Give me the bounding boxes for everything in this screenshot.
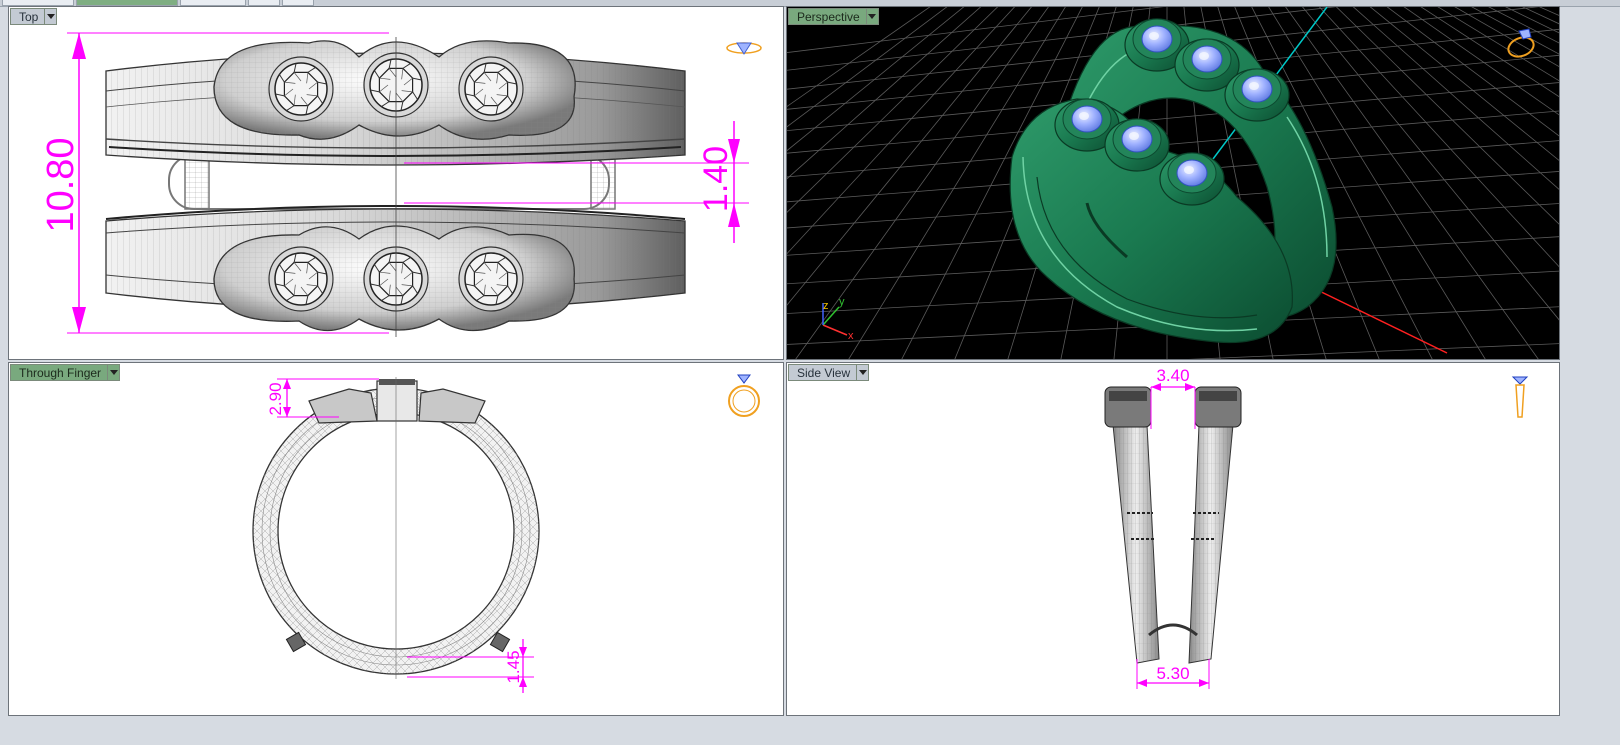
viewport-top[interactable]: 10.80 1.40 Top [8, 6, 784, 360]
ring-perspective-icon[interactable] [1505, 25, 1541, 61]
viewport-side[interactable]: 3.40 5.30 Side View [786, 362, 1560, 716]
through-finger-drawing: 2.90 1.45 [252, 377, 540, 693]
stone-icon [458, 246, 524, 312]
viewport-title: Perspective [788, 8, 866, 25]
ring-side-view-icon[interactable] [1509, 371, 1531, 423]
gemstone-icon [1104, 118, 1170, 172]
viewport-label-side[interactable]: Side View [788, 364, 870, 381]
gemstone-icon [1224, 68, 1290, 122]
axis-y-label: y [839, 296, 845, 308]
viewport-title: Top [10, 8, 45, 25]
dimension-height-text: 10.80 [40, 137, 82, 232]
perspective-drawing: x y z [787, 7, 1559, 359]
ring-front-view-icon[interactable] [725, 371, 763, 421]
side-view-drawing: 3.40 5.30 [1104, 366, 1242, 689]
gemstone-icon [1159, 152, 1225, 206]
chevron-down-icon[interactable] [44, 8, 58, 25]
top-view-drawing: 10.80 1.40 [40, 32, 749, 337]
axis-triad: x y z [822, 296, 854, 342]
stone-icon [268, 56, 334, 122]
dimension-bottom-width: 5.30 [1136, 659, 1210, 689]
viewport-perspective[interactable]: x y z Perspective [786, 6, 1560, 360]
viewport-title: Through Finger [10, 364, 108, 381]
dimension-band-thickness-text: 1.45 [504, 650, 523, 683]
stone-icon [268, 246, 334, 312]
dimension-bottom-width-text: 5.30 [1156, 664, 1189, 683]
chevron-down-icon[interactable] [865, 8, 879, 25]
dimension-top-spread-text: 3.40 [1156, 366, 1189, 385]
axis-x-label: x [848, 330, 854, 342]
chevron-down-icon[interactable] [107, 364, 121, 381]
ring-top-view-icon[interactable] [725, 37, 763, 59]
chevron-down-icon[interactable] [856, 364, 870, 381]
viewport-label-perspective[interactable]: Perspective [788, 8, 879, 25]
dimension-gap-text: 1.40 [697, 146, 735, 212]
right-shank [1188, 386, 1242, 664]
x-axis-line [1306, 284, 1448, 354]
dimension-top-spread: 3.40 [1150, 366, 1196, 429]
viewport-title: Side View [788, 364, 857, 381]
axis-z-label: z [823, 300, 829, 312]
stone-icon [458, 56, 524, 122]
viewport-label-top[interactable]: Top [10, 8, 58, 25]
viewport-through-finger[interactable]: 2.90 1.45 Through Finger [8, 362, 784, 716]
viewport-label-through-finger[interactable]: Through Finger [10, 364, 121, 381]
dimension-setting-height-text: 2.90 [266, 382, 285, 415]
